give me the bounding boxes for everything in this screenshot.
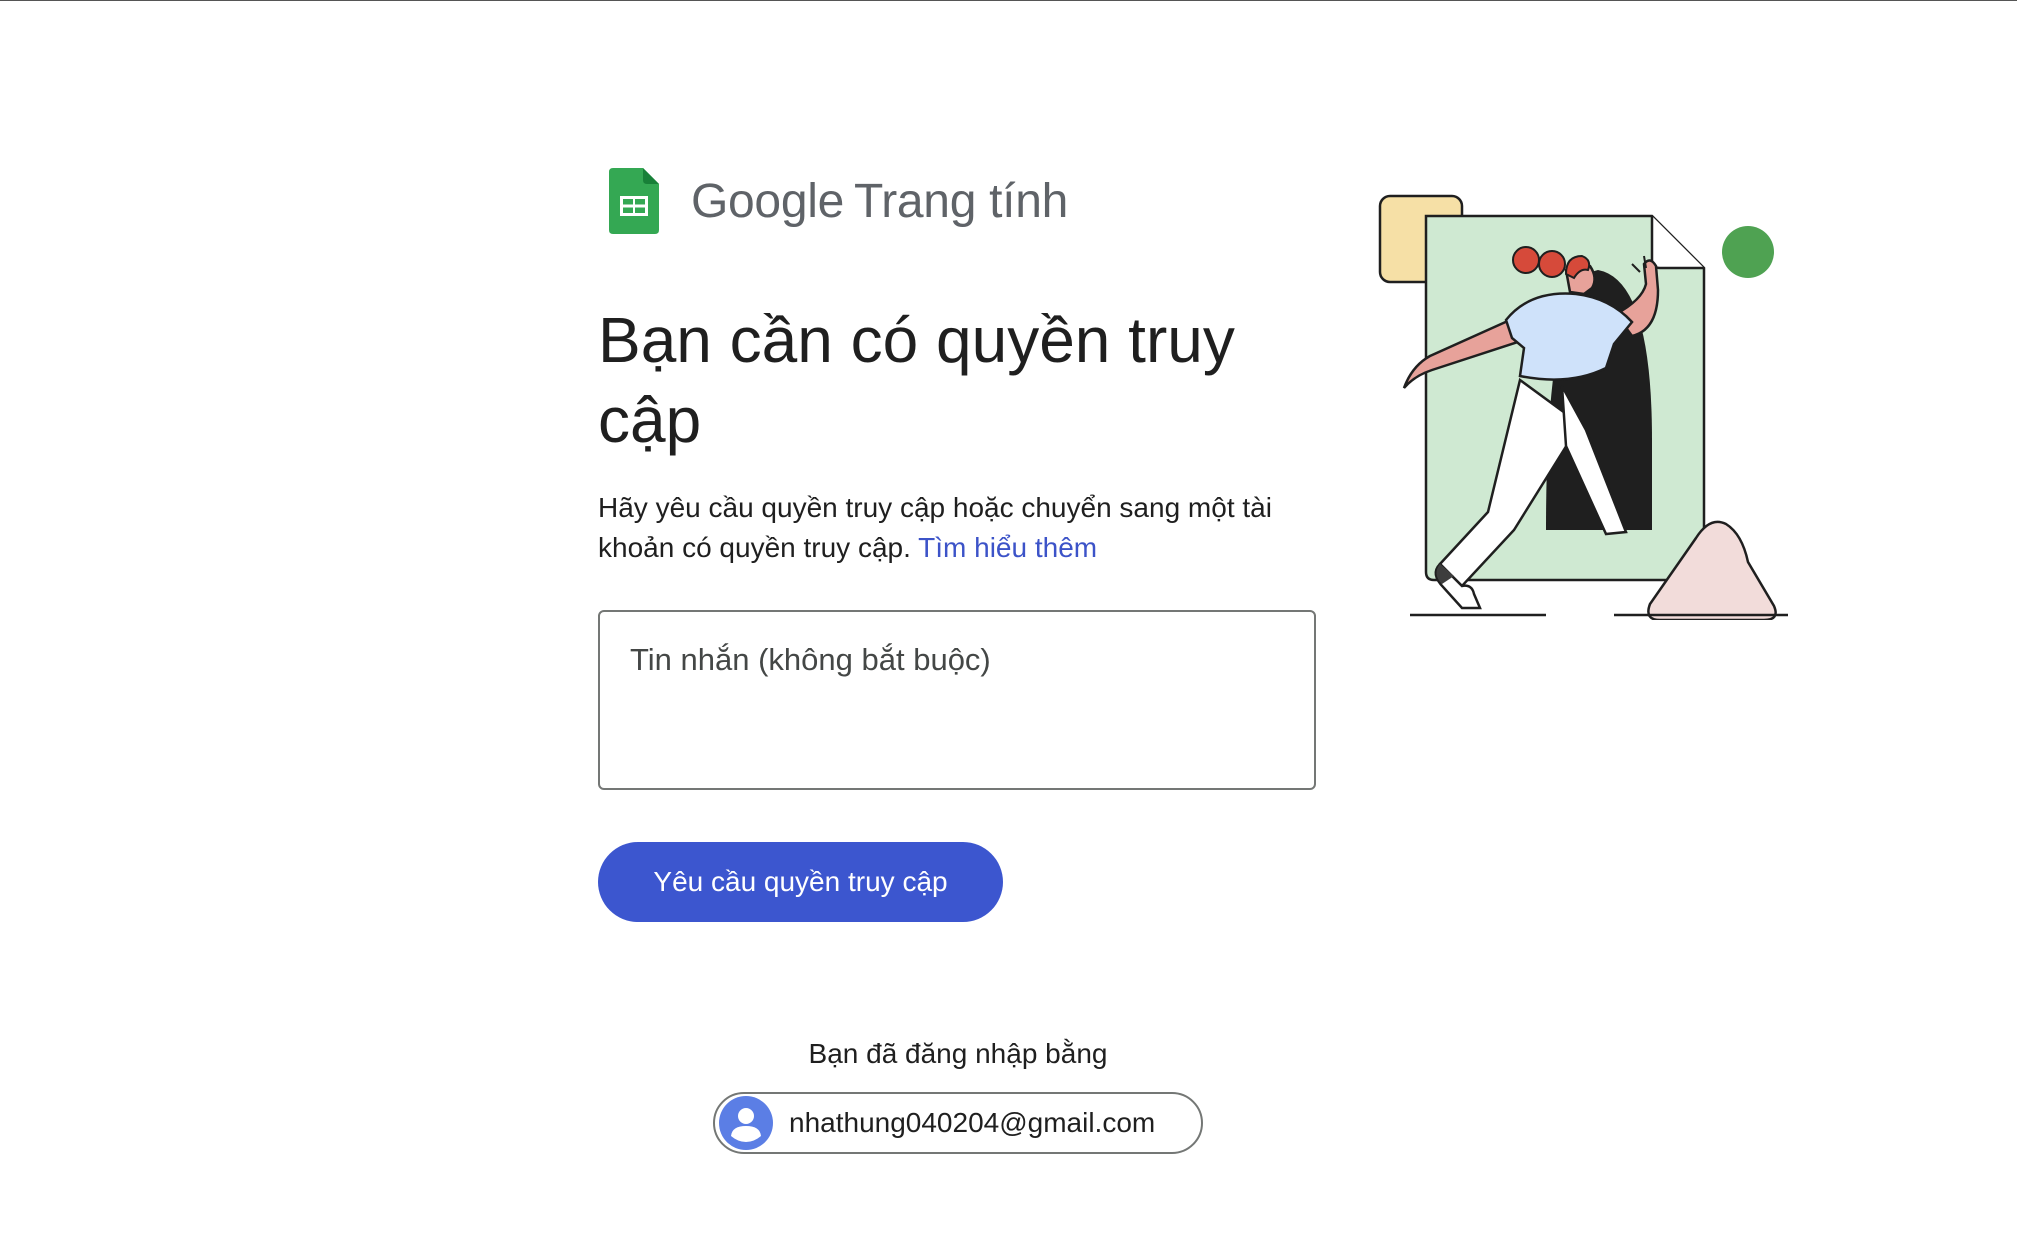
request-access-button[interactable]: Yêu cầu quyền truy cập bbox=[598, 842, 1003, 922]
top-border bbox=[0, 0, 2017, 1]
brand-wordmark: Google Trang tính bbox=[691, 174, 1068, 229]
account-switcher[interactable]: nhathung040204@gmail.com bbox=[713, 1092, 1203, 1154]
account-avatar-icon bbox=[719, 1096, 773, 1150]
access-description: Hãy yêu cầu quyền truy cập hoặc chuyển s… bbox=[598, 488, 1318, 568]
account-email: nhathung040204@gmail.com bbox=[789, 1107, 1156, 1138]
access-request-page: Google Trang tính Bạn cần có quyền truy c… bbox=[0, 0, 2017, 1259]
message-input[interactable] bbox=[598, 610, 1316, 790]
learn-more-link[interactable]: Tìm hiểu thêm bbox=[918, 532, 1097, 563]
page-title: Bạn cần có quyền truy cập bbox=[598, 304, 1235, 456]
access-illustration bbox=[1378, 194, 1788, 620]
product-name: Trang tính bbox=[853, 174, 1068, 228]
signed-in-label: Bạn đã đăng nhập bằng bbox=[808, 1038, 1108, 1069]
google-wordmark: Google bbox=[691, 174, 844, 228]
google-sheets-icon bbox=[609, 168, 659, 234]
brand-header: Google Trang tính bbox=[609, 168, 1068, 234]
